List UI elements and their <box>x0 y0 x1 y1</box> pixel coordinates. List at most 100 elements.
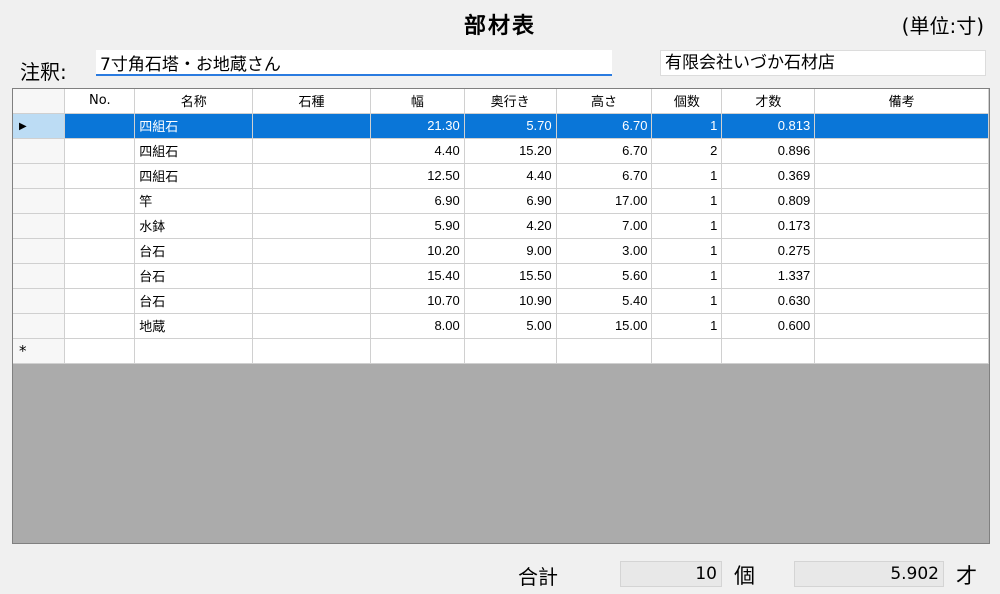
cell-depth[interactable]: 4.20 <box>464 213 557 239</box>
table-row[interactable]: 水鉢 5.90 4.20 7.00 1 0.173 <box>13 213 989 239</box>
cell-stone-type[interactable] <box>252 188 371 214</box>
cell-sai[interactable]: 0.275 <box>721 238 816 264</box>
cell-remarks[interactable] <box>814 313 989 339</box>
cell-width[interactable]: 5.90 <box>370 213 465 239</box>
cell-depth[interactable]: 9.00 <box>464 238 557 264</box>
cell-stone-type[interactable] <box>252 163 371 189</box>
company-field[interactable]: 有限会社いづか石材店 <box>660 50 986 76</box>
new-cell-remarks[interactable] <box>814 338 989 364</box>
cell-name[interactable]: 四組石 <box>134 163 254 189</box>
row-header[interactable] <box>13 238 66 264</box>
cell-depth[interactable]: 15.50 <box>464 263 557 289</box>
cell-name[interactable]: 水鉢 <box>134 213 254 239</box>
cell-count[interactable]: 2 <box>651 138 723 164</box>
parts-grid[interactable]: No. 名称 石種 幅 奥行き 高さ 個数 才数 備考 ▶ 四組石 21.30 5.7… <box>12 88 990 544</box>
cell-count[interactable]: 1 <box>651 313 723 339</box>
cell-height[interactable]: 6.70 <box>556 113 653 139</box>
new-cell-height[interactable] <box>556 338 653 364</box>
cell-no[interactable] <box>64 263 136 289</box>
new-cell-depth[interactable] <box>464 338 557 364</box>
cell-sai[interactable]: 0.809 <box>721 188 816 214</box>
cell-no[interactable] <box>64 188 136 214</box>
row-header[interactable] <box>13 188 66 214</box>
cell-height[interactable]: 3.00 <box>556 238 653 264</box>
row-header[interactable] <box>13 288 66 314</box>
cell-name[interactable]: 四組石 <box>134 113 254 139</box>
cell-count[interactable]: 1 <box>651 163 723 189</box>
cell-name[interactable]: 台石 <box>134 263 254 289</box>
table-row[interactable]: 地蔵 8.00 5.00 15.00 1 0.600 <box>13 313 989 339</box>
cell-height[interactable]: 15.00 <box>556 313 653 339</box>
cell-stone-type[interactable] <box>252 113 371 139</box>
cell-no[interactable] <box>64 138 136 164</box>
cell-count[interactable]: 1 <box>651 288 723 314</box>
cell-no[interactable] <box>64 313 136 339</box>
cell-count[interactable]: 1 <box>651 113 723 139</box>
cell-no[interactable] <box>64 213 136 239</box>
column-header-stone-type[interactable]: 石種 <box>252 89 371 114</box>
column-header-height[interactable]: 高さ <box>556 89 653 114</box>
cell-stone-type[interactable] <box>252 263 371 289</box>
cell-height[interactable]: 7.00 <box>556 213 653 239</box>
new-cell-sai[interactable] <box>721 338 816 364</box>
cell-stone-type[interactable] <box>252 238 371 264</box>
table-row[interactable]: ▶ 四組石 21.30 5.70 6.70 1 0.813 <box>13 113 989 139</box>
cell-remarks[interactable] <box>814 238 989 264</box>
cell-sai[interactable]: 0.813 <box>721 113 816 139</box>
cell-remarks[interactable] <box>814 263 989 289</box>
cell-stone-type[interactable] <box>252 213 371 239</box>
new-cell-no[interactable] <box>64 338 136 364</box>
row-header[interactable] <box>13 313 66 339</box>
cell-sai[interactable]: 0.600 <box>721 313 816 339</box>
cell-width[interactable]: 4.40 <box>370 138 465 164</box>
cell-height[interactable]: 6.70 <box>556 163 653 189</box>
cell-remarks[interactable] <box>814 213 989 239</box>
cell-height[interactable]: 17.00 <box>556 188 653 214</box>
cell-remarks[interactable] <box>814 288 989 314</box>
cell-depth[interactable]: 4.40 <box>464 163 557 189</box>
cell-remarks[interactable] <box>814 138 989 164</box>
cell-name[interactable]: 竿 <box>134 188 254 214</box>
cell-height[interactable]: 5.40 <box>556 288 653 314</box>
cell-stone-type[interactable] <box>252 288 371 314</box>
cell-width[interactable]: 8.00 <box>370 313 465 339</box>
column-header-remarks[interactable]: 備考 <box>814 89 989 114</box>
table-row[interactable]: 台石 15.40 15.50 5.60 1 1.337 <box>13 263 989 289</box>
column-header-no[interactable]: No. <box>64 89 136 114</box>
column-header-width[interactable]: 幅 <box>370 89 465 114</box>
cell-width[interactable]: 21.30 <box>370 113 465 139</box>
row-header[interactable] <box>13 163 66 189</box>
cell-height[interactable]: 6.70 <box>556 138 653 164</box>
cell-count[interactable]: 1 <box>651 238 723 264</box>
column-header-count[interactable]: 個数 <box>651 89 723 114</box>
cell-depth[interactable]: 5.70 <box>464 113 557 139</box>
new-cell-count[interactable] <box>651 338 723 364</box>
cell-stone-type[interactable] <box>252 138 371 164</box>
cell-width[interactable]: 15.40 <box>370 263 465 289</box>
cell-remarks[interactable] <box>814 163 989 189</box>
column-header-sai[interactable]: 才数 <box>721 89 816 114</box>
new-cell-name[interactable] <box>134 338 254 364</box>
table-row[interactable]: 台石 10.20 9.00 3.00 1 0.275 <box>13 238 989 264</box>
row-header[interactable] <box>13 263 66 289</box>
cell-stone-type[interactable] <box>252 313 371 339</box>
cell-name[interactable]: 四組石 <box>134 138 254 164</box>
note-input[interactable] <box>96 50 612 76</box>
cell-remarks[interactable] <box>814 113 989 139</box>
cell-width[interactable]: 10.20 <box>370 238 465 264</box>
cell-name[interactable]: 地蔵 <box>134 313 254 339</box>
cell-no[interactable] <box>64 238 136 264</box>
new-cell-stone-type[interactable] <box>252 338 371 364</box>
cell-name[interactable]: 台石 <box>134 238 254 264</box>
table-row[interactable]: 竿 6.90 6.90 17.00 1 0.809 <box>13 188 989 214</box>
new-row[interactable]: * <box>13 338 989 364</box>
table-row[interactable]: 四組石 4.40 15.20 6.70 2 0.896 <box>13 138 989 164</box>
cell-count[interactable]: 1 <box>651 263 723 289</box>
cell-sai[interactable]: 0.369 <box>721 163 816 189</box>
cell-no[interactable] <box>64 163 136 189</box>
row-header[interactable]: ▶ <box>13 113 66 139</box>
new-cell-width[interactable] <box>370 338 465 364</box>
cell-width[interactable]: 12.50 <box>370 163 465 189</box>
cell-sai[interactable]: 0.173 <box>721 213 816 239</box>
cell-depth[interactable]: 6.90 <box>464 188 557 214</box>
